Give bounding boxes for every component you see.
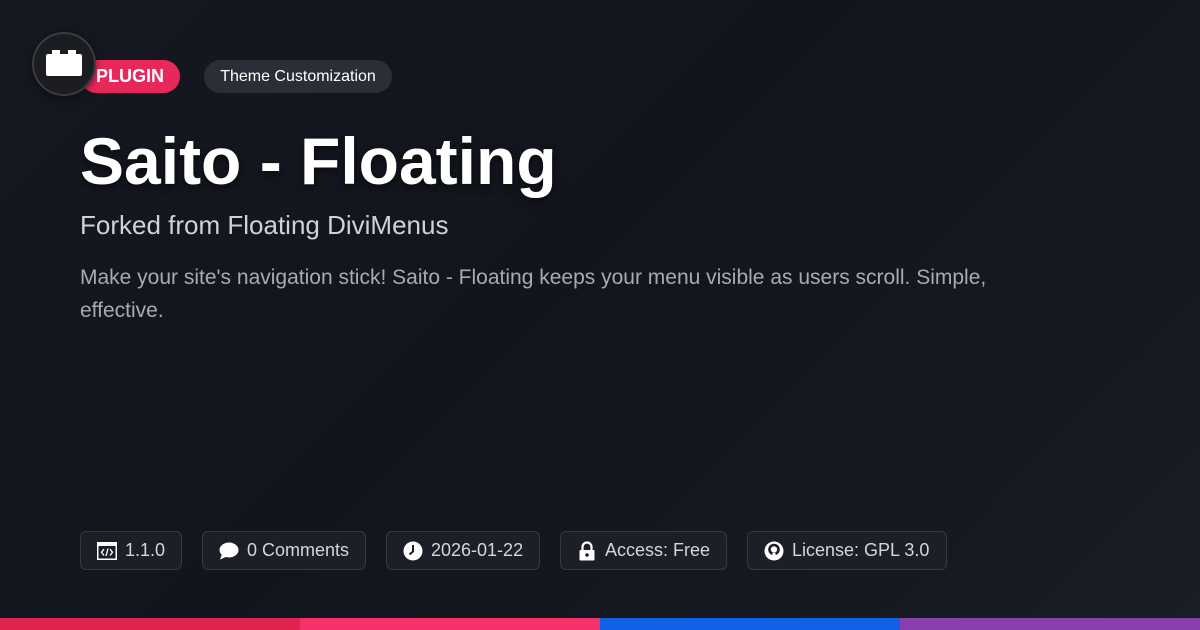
- speech-bubble-icon: [219, 541, 239, 561]
- stripe-segment: [900, 618, 1200, 630]
- license-chip: License: GPL 3.0: [747, 531, 947, 570]
- plugin-logo-icon: [32, 32, 96, 96]
- stripe-segment: [600, 618, 900, 630]
- version-chip: 1.1.0: [80, 531, 182, 570]
- access-text: Access: Free: [605, 540, 711, 560]
- stripe-segment: [300, 618, 600, 630]
- color-stripe: [0, 618, 1200, 630]
- clock-icon: [403, 541, 423, 561]
- date-text: 2026-01-22: [431, 540, 524, 560]
- page-subtitle: Forked from Floating DiviMenus: [80, 210, 449, 240]
- lock-icon: [577, 540, 597, 561]
- open-source-icon: [764, 541, 784, 561]
- stripe-segment: [0, 618, 300, 630]
- page-title: Saito - Floating: [80, 124, 557, 198]
- license-text: License: GPL 3.0: [792, 540, 930, 560]
- code-icon: [97, 541, 117, 561]
- date-chip: 2026-01-22: [386, 531, 540, 570]
- category-badge[interactable]: Theme Customization: [204, 60, 392, 93]
- access-chip: Access: Free: [560, 531, 727, 570]
- version-text: 1.1.0: [125, 540, 166, 560]
- comments-text: 0 Comments: [247, 540, 350, 560]
- page-description: Make your site's navigation stick! Saito…: [80, 266, 987, 322]
- comments-chip[interactable]: 0 Comments: [202, 531, 366, 570]
